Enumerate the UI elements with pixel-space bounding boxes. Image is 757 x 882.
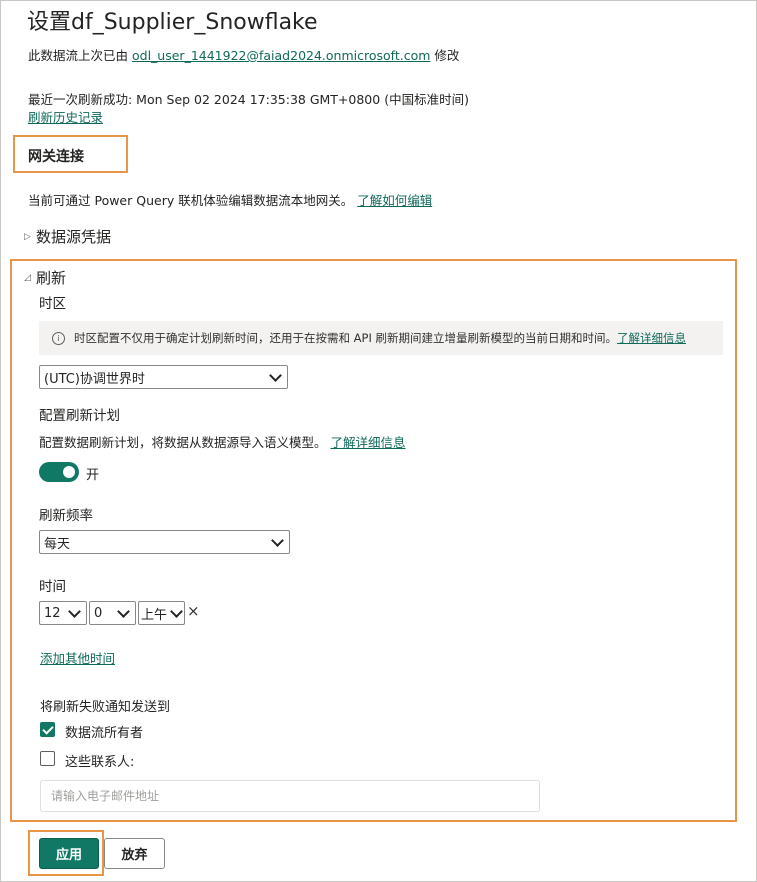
modified-suffix: 修改 [434,48,460,63]
remove-time-icon[interactable]: × [187,602,200,620]
discard-button[interactable]: 放弃 [104,838,165,869]
chevron-down-icon [269,368,282,382]
toggle-state-label: 开 [86,468,100,483]
frequency-label: 刷新频率 [39,508,93,524]
gateway-description: 当前可通过 Power Query 联机体验编辑数据流本地网关。 [28,193,354,208]
last-modified-line: 此数据流上次已由 odl_user_1441922@faiad2024.onmi… [28,45,459,64]
timezone-select[interactable]: (UTC)协调世界时 [39,365,288,389]
ampm-value: 上午 [141,607,168,623]
add-time-link[interactable]: 添加其他时间 [40,648,115,667]
expanded-triangle-icon: ◿ [24,272,31,283]
collapsed-triangle-icon: ▷ [24,231,31,242]
data-source-credentials-toggle[interactable]: ▷ 数据源凭据 [24,226,111,247]
contacts-checkbox[interactable] [40,751,55,766]
schedule-description: 配置数据刷新计划，将数据从数据源导入语义模型。 [39,435,327,450]
timezone-label: 时区 [39,296,66,312]
schedule-label: 配置刷新计划 [39,408,120,424]
last-refresh-status: 最近一次刷新成功: Mon Sep 02 2024 17:35:38 GMT+0… [28,92,469,107]
modified-prefix: 此数据流上次已由 [28,48,129,63]
timezone-info-bar: i 时区配置不仅用于确定计划刷新时间，还用于在按需和 API 刷新期间建立增量刷… [39,321,723,355]
schedule-toggle[interactable] [39,462,79,482]
info-icon: i [52,331,65,345]
gateway-learn-link[interactable]: 了解如何编辑 [357,193,432,208]
chevron-down-icon [68,604,81,618]
frequency-select[interactable]: 每天 [39,530,290,554]
time-label: 时间 [39,579,66,595]
frequency-value: 每天 [44,536,71,552]
data-source-credentials-label: 数据源凭据 [36,228,112,246]
hour-value: 12 [44,605,61,621]
page-title: 设置df_Supplier_Snowflake [27,10,318,35]
notify-label: 将刷新失败通知发送到 [40,700,171,715]
chevron-down-icon [271,533,284,547]
apply-button[interactable]: 应用 [39,838,99,869]
chevron-down-icon [117,604,130,618]
minute-select[interactable]: 0 [89,601,136,625]
timezone-value: (UTC)协调世界时 [44,371,145,387]
ampm-select[interactable]: 上午 [138,601,185,625]
email-input[interactable] [40,780,540,812]
toggle-knob [63,466,75,478]
owner-checkbox[interactable] [40,722,55,737]
hour-select[interactable]: 12 [39,601,87,625]
timezone-learn-link[interactable]: 了解详细信息 [617,330,686,346]
gateway-title: 网关连接 [28,149,84,165]
minute-value: 0 [94,605,103,621]
schedule-learn-link[interactable]: 了解详细信息 [331,435,406,450]
refresh-section-toggle[interactable]: ◿ 刷新 [24,267,66,288]
refresh-history-link[interactable]: 刷新历史记录 [28,107,103,126]
gateway-description-line: 当前可通过 Power Query 联机体验编辑数据流本地网关。 了解如何编辑 [28,190,432,209]
modified-user-link[interactable]: odl_user_1441922@faiad2024.onmicrosoft.c… [132,48,430,63]
timezone-info-text: 时区配置不仅用于确定计划刷新时间，还用于在按需和 API 刷新期间建立增量刷新模… [74,331,617,345]
contacts-checkbox-label: 这些联系人: [65,755,135,770]
schedule-description-line: 配置数据刷新计划，将数据从数据源导入语义模型。 了解详细信息 [39,432,406,451]
owner-checkbox-label: 数据流所有者 [65,726,144,741]
refresh-section-label: 刷新 [36,269,67,287]
chevron-down-icon [170,604,183,618]
